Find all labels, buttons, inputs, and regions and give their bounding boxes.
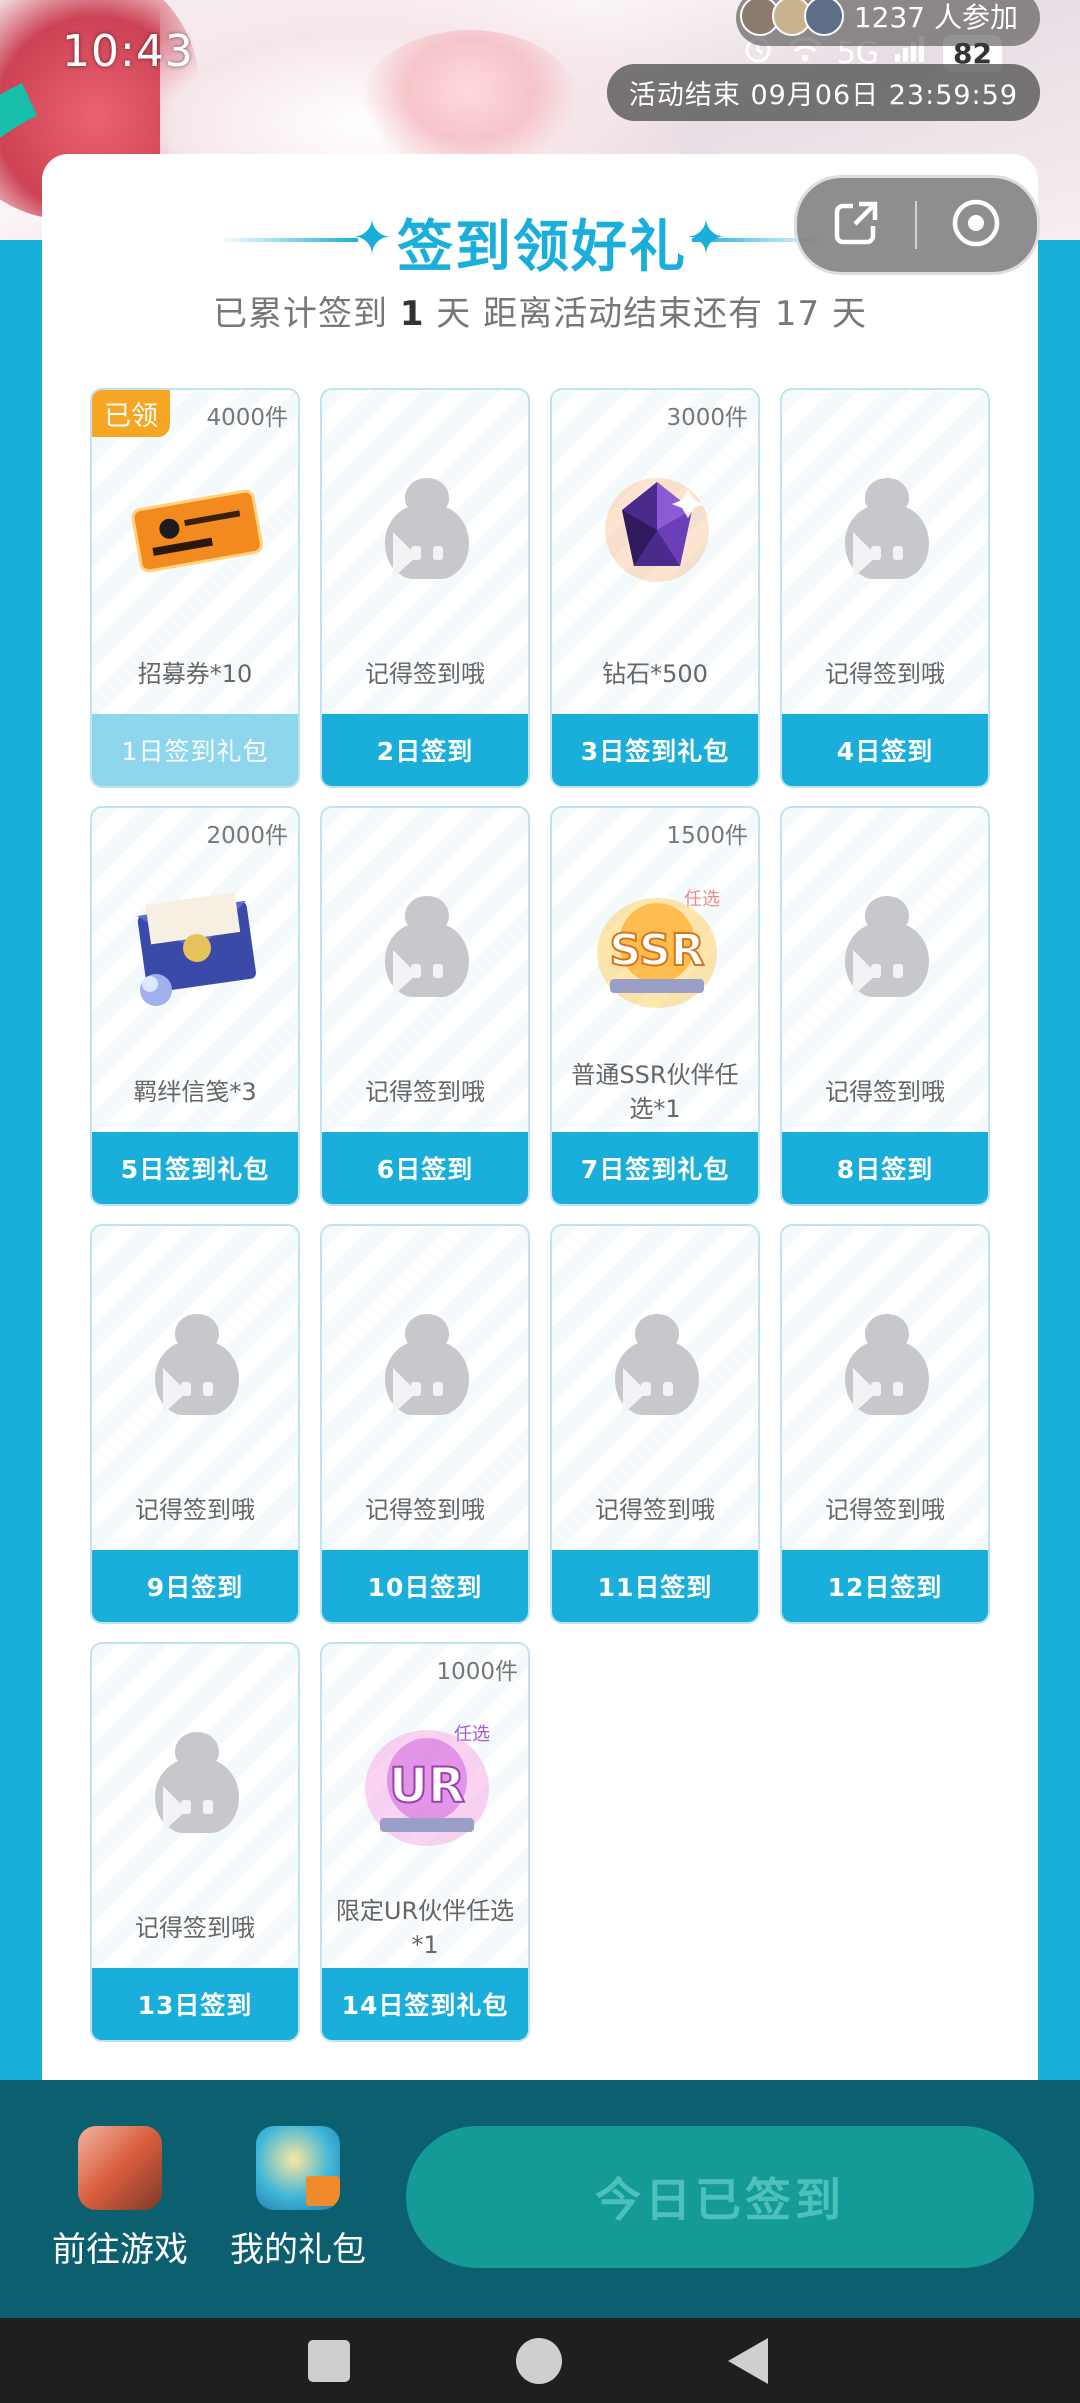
gift-pack-icon xyxy=(256,2126,340,2210)
day-title: 11日签到 xyxy=(552,1550,758,1622)
svg-text:SSR: SSR xyxy=(609,925,704,976)
miniprogram-capsule xyxy=(794,175,1040,275)
participant-avatars xyxy=(739,0,844,36)
ssr-partner-icon: SSR 任选 xyxy=(552,878,758,1018)
day-title: 4日签到 xyxy=(782,714,988,786)
mascot-placeholder-icon xyxy=(782,460,988,600)
share-button[interactable] xyxy=(797,178,915,272)
checkin-day-card[interactable]: 记得签到哦 2日签到 xyxy=(320,388,530,788)
checkin-day-card[interactable]: 记得签到哦 4日签到 xyxy=(780,388,990,788)
checkin-day-card[interactable]: 3000件钻石*500 3日签到礼包 xyxy=(550,388,760,788)
day-title: 12日签到 xyxy=(782,1550,988,1622)
signed-today-button[interactable]: 今日已签到 xyxy=(406,2126,1034,2268)
day-title: 14日签到礼包 xyxy=(322,1968,528,2040)
participants-badge: 1237 人参加 xyxy=(735,0,1040,46)
reward-label: 记得签到哦 xyxy=(825,1496,945,1524)
participants-count: 1237 人参加 xyxy=(853,1,1018,34)
share-icon xyxy=(829,196,883,254)
my-gifts-button[interactable]: 我的礼包 xyxy=(218,2126,378,2271)
reward-label: 羁绊信笺*3 xyxy=(133,1078,257,1106)
day-title: 13日签到 xyxy=(92,1968,298,2040)
diamond-icon xyxy=(552,460,758,600)
days-left-count: 17 xyxy=(774,294,821,334)
reward-label: 记得签到哦 xyxy=(595,1496,715,1524)
reward-label: 招募券*10 xyxy=(137,660,253,688)
reward-label: 钻石*500 xyxy=(602,660,708,688)
checkin-grid: 已领 4000件 招募券*10 1日签到礼包 记得签到哦 2日签到 3000件 钻石*500 3… xyxy=(90,388,994,2042)
reward-label: 记得签到哦 xyxy=(365,1078,485,1106)
day-title: 8日签到 xyxy=(782,1132,988,1204)
day-title: 1日签到礼包 xyxy=(92,714,298,786)
go-game-label: 前往游戏 xyxy=(52,2230,188,2270)
checkin-day-card[interactable]: 1000件 UR 任选限定UR伙伴任选*1 14日签到礼包 xyxy=(320,1642,530,2042)
target-close-icon xyxy=(949,196,1003,254)
day-title: 5日签到礼包 xyxy=(92,1132,298,1204)
bottom-action-bar: 前往游戏 我的礼包 今日已签到 xyxy=(0,2080,1080,2318)
reward-stock-count: 3000件 xyxy=(666,405,748,431)
svg-text:任选: 任选 xyxy=(684,889,720,910)
page-background-right xyxy=(1038,240,1080,2080)
checkin-day-card[interactable]: 已领 4000件招募券*10 1日签到礼包 xyxy=(90,388,300,788)
ur-partner-icon: UR 任选 xyxy=(322,1714,528,1854)
svg-text:任选: 任选 xyxy=(454,1724,490,1745)
reward-label: 普通SSR伙伴任选*1 xyxy=(571,1061,739,1123)
day-title: 3日签到礼包 xyxy=(552,714,758,786)
checkin-summary: 已累计签到 1 天 距离活动结束还有 17 天 xyxy=(213,294,867,334)
recruit-ticket-icon xyxy=(92,460,298,600)
checkin-day-card[interactable]: 记得签到哦 8日签到 xyxy=(780,806,990,1206)
page-background-left xyxy=(0,240,42,2080)
checkin-day-card[interactable]: 记得签到哦 6日签到 xyxy=(320,806,530,1206)
mascot-placeholder-icon xyxy=(322,1296,528,1436)
checkin-day-card[interactable]: 1500件 SSR 任选普通SSR伙伴任选*1 7日签到礼包 xyxy=(550,806,760,1206)
reward-stock-count: 1000件 xyxy=(436,1659,518,1685)
title-divider-left xyxy=(218,238,358,242)
reward-label: 记得签到哦 xyxy=(825,660,945,688)
mascot-placeholder-icon xyxy=(782,1296,988,1436)
day-title: 9日签到 xyxy=(92,1550,298,1622)
reward-stock-count: 2000件 xyxy=(206,823,288,849)
checkin-day-card[interactable]: 2000件羁绊信笺*3 5日签到礼包 xyxy=(90,806,300,1206)
reward-label: 记得签到哦 xyxy=(365,660,485,688)
checkin-day-card[interactable]: 记得签到哦 9日签到 xyxy=(90,1224,300,1624)
day-title: 2日签到 xyxy=(322,714,528,786)
game-icon xyxy=(78,2126,162,2210)
reward-label: 限定UR伙伴任选*1 xyxy=(335,1897,515,1959)
event-end-time: 活动结束 09月06日 23:59:59 xyxy=(606,64,1040,121)
home-button[interactable] xyxy=(516,2338,562,2384)
status-time: 10:43 xyxy=(62,26,194,77)
reward-stock-count: 1500件 xyxy=(666,823,748,849)
go-game-button[interactable]: 前往游戏 xyxy=(40,2126,200,2271)
mascot-placeholder-icon xyxy=(552,1296,758,1436)
day-title: 10日签到 xyxy=(322,1550,528,1622)
bond-letter-icon xyxy=(92,878,298,1018)
reward-label: 记得签到哦 xyxy=(135,1914,255,1942)
claimed-badge: 已领 xyxy=(92,390,170,437)
reward-label: 记得签到哦 xyxy=(135,1496,255,1524)
system-navigation-bar xyxy=(0,2318,1080,2403)
checkin-day-card[interactable]: 记得签到哦 11日签到 xyxy=(550,1224,760,1624)
back-button[interactable] xyxy=(728,2338,768,2384)
svg-text:UR: UR xyxy=(389,1758,465,1814)
day-title: 7日签到礼包 xyxy=(552,1132,758,1204)
page-title: 签到领好礼 xyxy=(397,215,687,280)
day-title: 6日签到 xyxy=(322,1132,528,1204)
reward-stock-count: 4000件 xyxy=(206,405,288,431)
gift-box-icon xyxy=(306,2176,340,2206)
mascot-placeholder-icon xyxy=(92,1714,298,1854)
checkin-day-card[interactable]: 记得签到哦 12日签到 xyxy=(780,1224,990,1624)
mascot-placeholder-icon xyxy=(92,1296,298,1436)
mascot-placeholder-icon xyxy=(322,878,528,1018)
recents-button[interactable] xyxy=(308,2340,350,2382)
reward-label: 记得签到哦 xyxy=(825,1078,945,1106)
reward-label: 记得签到哦 xyxy=(365,1496,485,1524)
sparkle-icon: ✦ xyxy=(351,210,393,266)
mascot-placeholder-icon xyxy=(782,878,988,1018)
checkin-day-card[interactable]: 记得签到哦 13日签到 xyxy=(90,1642,300,2042)
signed-days-count: 1 xyxy=(399,294,425,334)
mascot-placeholder-icon xyxy=(322,460,528,600)
avatar xyxy=(803,0,844,36)
close-miniprogram-button[interactable] xyxy=(917,178,1035,272)
my-gifts-label: 我的礼包 xyxy=(230,2230,366,2270)
checkin-day-card[interactable]: 记得签到哦 10日签到 xyxy=(320,1224,530,1624)
